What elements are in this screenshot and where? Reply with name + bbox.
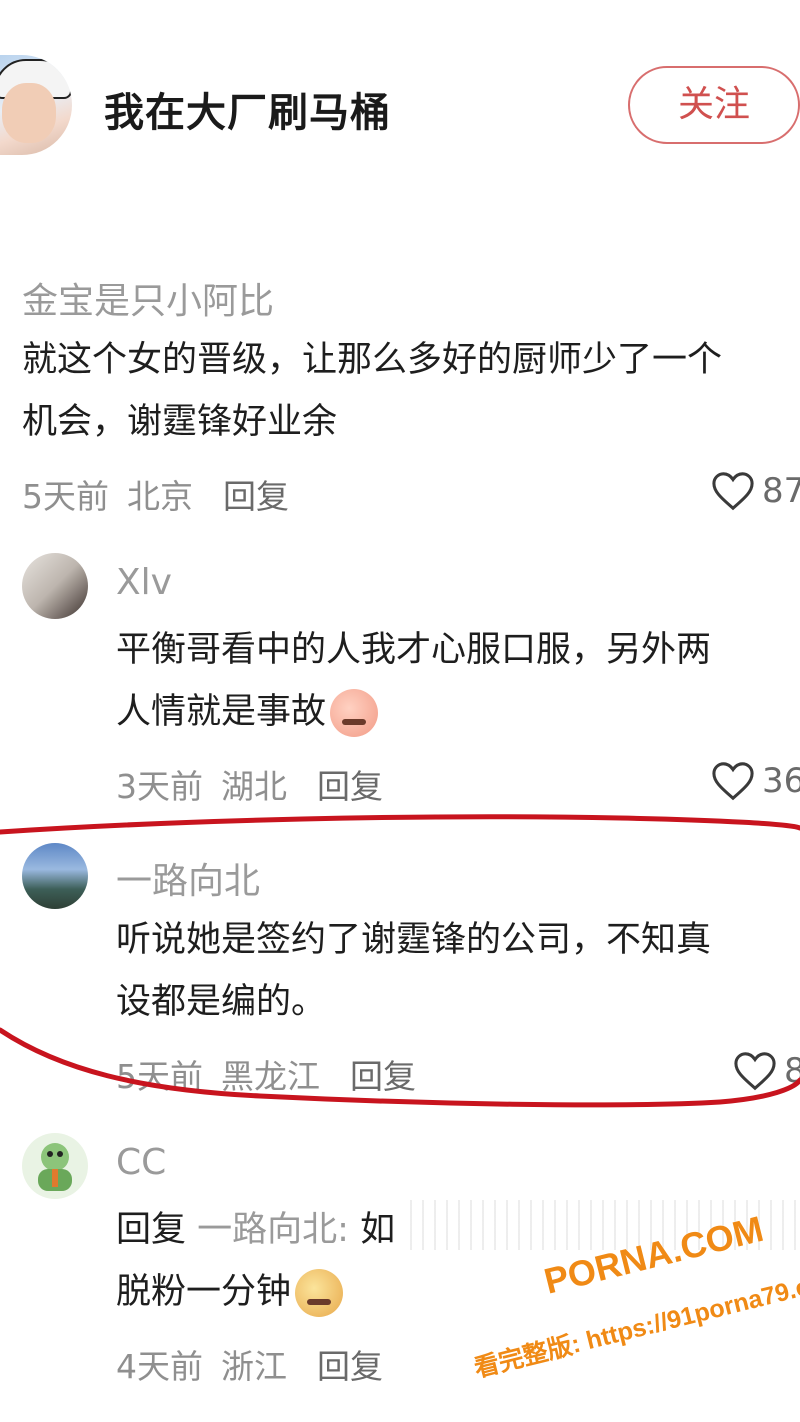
comment-text-line: 人情就是事故: [116, 682, 379, 742]
comment-text-line: 机会，谢霆锋好业余: [22, 402, 338, 442]
comment-location: 浙江: [221, 1347, 287, 1386]
author-avatar[interactable]: [0, 55, 72, 155]
comment-username[interactable]: CC: [116, 1142, 166, 1183]
like-button[interactable]: 36: [710, 760, 800, 802]
comment-text-line: 回复 一路向北: 如: [116, 1200, 395, 1260]
comment-username[interactable]: 一路向北: [116, 852, 260, 904]
comment-text-line: 听说她是签约了谢霆锋的公司，不知真: [116, 920, 712, 960]
reply-prefix: 回复: [116, 1210, 187, 1250]
comment-time: 3天前: [116, 767, 203, 806]
blush-emoji-icon: [330, 689, 379, 737]
user-avatar[interactable]: [22, 843, 88, 909]
user-avatar[interactable]: [22, 1133, 88, 1199]
comment-text-line: 脱粉一分钟: [116, 1262, 344, 1322]
comment-time: 4天前: [116, 1347, 203, 1386]
comment-username[interactable]: 金宝是只小阿比: [22, 272, 274, 324]
like-button[interactable]: 8: [732, 1050, 800, 1092]
comment-location: 黑龙江: [221, 1057, 320, 1096]
like-count: 8: [784, 1051, 800, 1091]
comment-text-line: 平衡哥看中的人我才心服口服，另外两: [116, 630, 712, 670]
comment-meta: 5天前 北京 回复: [22, 470, 289, 518]
smile-emoji-icon: [295, 1269, 344, 1317]
user-avatar[interactable]: [22, 553, 88, 619]
comment-location: 北京: [127, 477, 193, 516]
like-count: 87: [762, 471, 800, 511]
comment-time: 5天前: [116, 1057, 203, 1096]
comment-meta: 3天前 湖北 回复: [116, 760, 383, 808]
heart-icon: [734, 1052, 776, 1091]
comment-text-segment: 人情就是事故: [116, 692, 327, 732]
reply-button[interactable]: 回复: [223, 477, 289, 516]
heart-icon: [712, 762, 754, 801]
heart-icon: [712, 472, 754, 511]
turtle-avatar-icon: [38, 1143, 72, 1191]
comment-meta: 5天前 黑龙江 回复: [116, 1050, 416, 1098]
like-count: 36: [762, 761, 800, 801]
reply-button[interactable]: 回复: [317, 1347, 383, 1386]
like-button[interactable]: 87: [710, 470, 800, 512]
comment-time: 5天前: [22, 477, 109, 516]
reply-text: 如: [360, 1210, 396, 1250]
reply-button[interactable]: 回复: [350, 1057, 416, 1096]
comment-location: 湖北: [221, 767, 287, 806]
follow-button[interactable]: 关注: [628, 66, 800, 144]
comment-text-line: 设都是编的。: [116, 982, 327, 1022]
comment-text-segment: 脱粉一分钟: [116, 1272, 292, 1312]
comment-text-line: 就这个女的晋级，让那么多好的厨师少了一个: [22, 340, 723, 380]
mention-link[interactable]: 一路向北:: [197, 1210, 349, 1250]
comment-username[interactable]: Xlv: [116, 562, 172, 603]
author-name[interactable]: 我在大厂刷马桶: [104, 80, 391, 138]
comment-meta: 4天前 浙江 回复: [116, 1340, 383, 1388]
reply-button[interactable]: 回复: [317, 767, 383, 806]
